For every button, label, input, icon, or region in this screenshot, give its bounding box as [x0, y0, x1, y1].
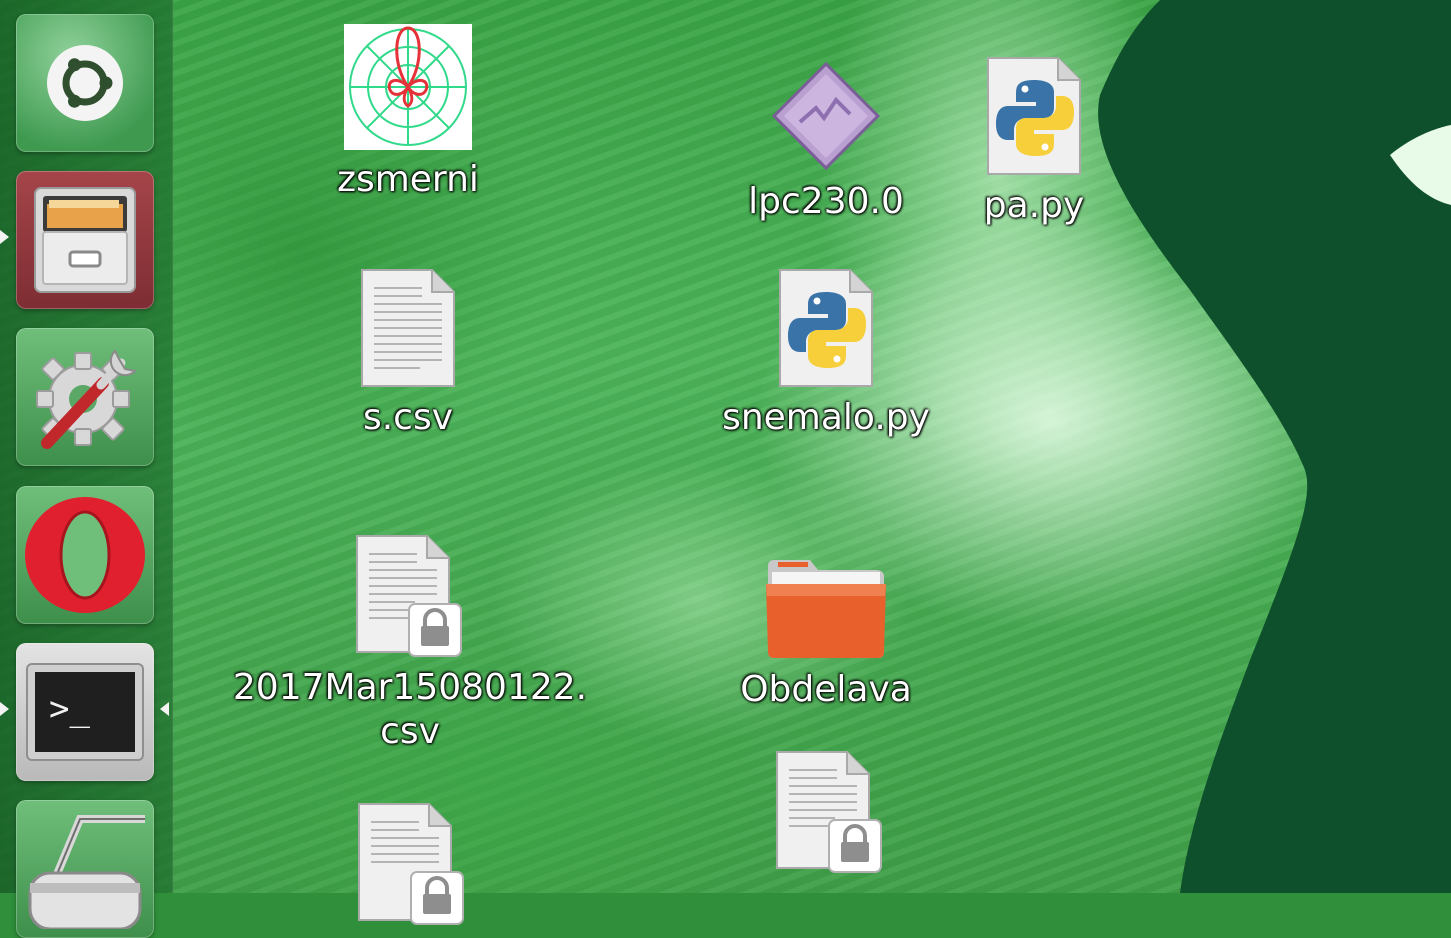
terminal-icon: >_ [26, 663, 144, 761]
polar-plot-image-icon [344, 24, 472, 154]
launcher-item-files[interactable] [16, 171, 154, 309]
text-file-icon [360, 268, 456, 392]
python-file-icon [778, 268, 874, 392]
locked-text-file-icon [355, 534, 465, 662]
desktop-icon-label-line2: csv [380, 711, 440, 752]
roller-icon [28, 815, 145, 929]
terminal-prompt-text: >_ [49, 689, 90, 729]
desktop-icon-s-csv[interactable]: s.csv [228, 268, 588, 440]
file-cabinet-icon [34, 187, 136, 293]
desktop-icon-label: s.csv [362, 397, 454, 438]
desktop-icon-snemalo-py[interactable]: snemalo.py [646, 268, 1006, 440]
launcher-focused-pip [160, 702, 169, 716]
launcher-item-roller-app[interactable] [16, 800, 154, 938]
settings-gear-wrench-icon [36, 349, 138, 449]
python-file-icon [986, 56, 1082, 180]
desktop-icon-label-line1: 2017Mar15080122. [232, 667, 588, 708]
desktop-icon-2017mar15080122-csv[interactable]: 2017Mar15080122. csv [230, 534, 590, 754]
launcher-item-ubuntu-dash[interactable] [16, 14, 154, 152]
desktop-icon-zsmerni[interactable]: zsmerni [228, 24, 588, 202]
locked-text-file-icon [357, 802, 467, 930]
launcher-active-pip [0, 230, 9, 244]
desktop-icon-label: Obdelava [740, 669, 912, 710]
desktop-icon-pa-py[interactable]: pa.py [854, 56, 1214, 228]
locked-text-file-icon [775, 750, 885, 878]
desktop-icon-locked-file-2[interactable] [232, 802, 592, 930]
desktop-icon-label: zsmerni [337, 159, 479, 200]
launcher-running-pip [0, 702, 9, 716]
opera-icon [25, 497, 145, 613]
desktop-icon-obdelava-folder[interactable]: Obdelava [646, 556, 1006, 712]
desktop-icon-label: pa.py [983, 185, 1085, 226]
launcher-item-terminal[interactable]: >_ [16, 643, 154, 781]
desktop-icon-label: snemalo.py [722, 397, 930, 438]
folder-icon [764, 556, 888, 664]
ubuntu-logo-icon [47, 45, 123, 121]
desktop-icon-locked-file[interactable] [650, 750, 1010, 878]
launcher-item-system-settings[interactable] [16, 328, 154, 466]
launcher-item-opera-browser[interactable] [16, 486, 154, 624]
launcher-sidebar: >_ [0, 0, 173, 938]
